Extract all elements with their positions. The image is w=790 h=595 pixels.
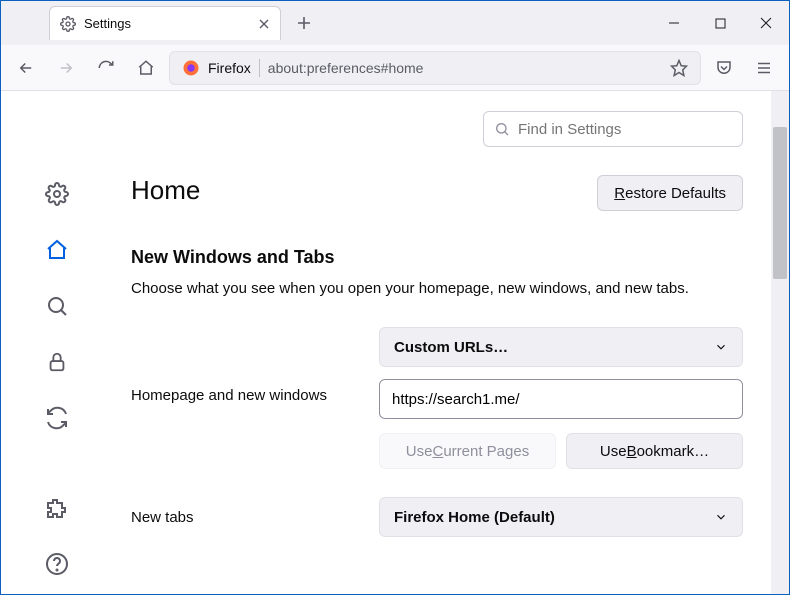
homepage-url-input[interactable] [379, 379, 743, 419]
maximize-button[interactable] [697, 2, 743, 44]
homepage-button-row: Use Current Pages Use Bookmark… [379, 433, 743, 469]
search-icon [494, 121, 510, 137]
back-button[interactable] [9, 51, 43, 85]
section-description: Choose what you see when you open your h… [131, 278, 743, 299]
firefox-logo-icon [182, 59, 200, 77]
settings-search[interactable] [483, 111, 743, 147]
app-menu-button[interactable] [747, 51, 781, 85]
close-window-button[interactable] [743, 2, 789, 44]
page-title: Home [131, 175, 200, 206]
homepage-mode-dropdown[interactable]: Custom URLs… [379, 327, 743, 367]
homepage-label: Homepage and new windows [131, 379, 361, 404]
newtabs-label: New tabs [131, 509, 361, 526]
home-nav-button[interactable] [129, 51, 163, 85]
window-controls [651, 2, 789, 44]
urlbar-text: about:preferences#home [268, 60, 424, 76]
tab-title: Settings [84, 16, 250, 31]
urlbar-divider [259, 59, 260, 77]
homepage-mode-value: Custom URLs… [394, 339, 508, 356]
reload-button[interactable] [89, 51, 123, 85]
category-general[interactable] [40, 177, 74, 211]
forward-button[interactable] [49, 51, 83, 85]
restore-defaults-button[interactable]: Restore Defaults [597, 175, 743, 211]
homepage-url-row: Homepage and new windows Use Current Pag… [131, 379, 743, 469]
urlbar-identity-label: Firefox [208, 60, 251, 76]
category-extensions[interactable] [40, 491, 74, 525]
category-privacy[interactable] [40, 345, 74, 379]
firefox-window: Settings [0, 0, 790, 595]
preferences-main: Home Restore Defaults New Windows and Ta… [113, 111, 771, 594]
close-tab-button[interactable] [258, 18, 270, 30]
category-home[interactable] [40, 233, 74, 267]
category-search[interactable] [40, 289, 74, 323]
category-help[interactable] [40, 547, 74, 581]
homepage-mode-row: Custom URLs… [131, 327, 743, 367]
browser-navbar: Firefox about:preferences#home [1, 45, 789, 91]
use-bookmark-button[interactable]: Use Bookmark… [566, 433, 743, 469]
page-heading-row: Home Restore Defaults [131, 175, 743, 211]
bookmark-star-icon[interactable] [670, 59, 688, 77]
category-sidebar [1, 111, 113, 594]
gear-icon [60, 16, 76, 32]
category-sync[interactable] [40, 401, 74, 435]
scrollbar-thumb[interactable] [773, 127, 787, 279]
vertical-scrollbar[interactable] [771, 91, 789, 594]
chevron-down-icon [714, 510, 728, 524]
pocket-button[interactable] [707, 51, 741, 85]
preferences-content: Home Restore Defaults New Windows and Ta… [1, 91, 771, 594]
newtabs-row: New tabs Firefox Home (Default) [131, 497, 743, 537]
section-title-new-windows-tabs: New Windows and Tabs [131, 247, 743, 268]
content-body: Home Restore Defaults New Windows and Ta… [1, 91, 789, 594]
browser-tab[interactable]: Settings [49, 6, 281, 40]
url-bar[interactable]: Firefox about:preferences#home [169, 51, 701, 85]
use-current-pages-button[interactable]: Use Current Pages [379, 433, 556, 469]
browser-titlebar: Settings [1, 1, 789, 45]
newtabs-dropdown[interactable]: Firefox Home (Default) [379, 497, 743, 537]
settings-search-input[interactable] [518, 121, 732, 138]
new-tab-button[interactable] [289, 8, 319, 38]
newtabs-dropdown-value: Firefox Home (Default) [394, 509, 555, 526]
minimize-button[interactable] [651, 2, 697, 44]
chevron-down-icon [714, 340, 728, 354]
